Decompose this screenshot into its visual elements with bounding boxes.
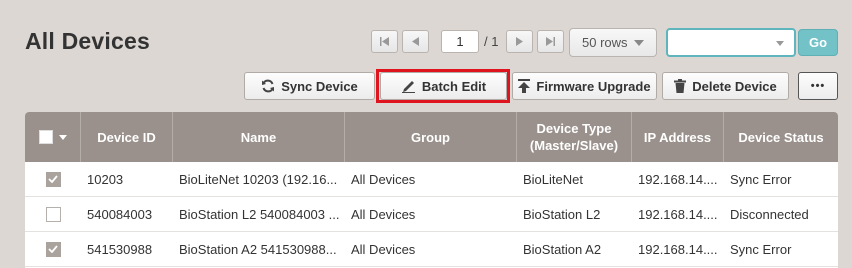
checkmark-icon xyxy=(48,175,58,183)
trash-icon xyxy=(674,79,687,93)
last-page-icon xyxy=(546,37,556,46)
device-type-header-sublabel: (Master/Slave) xyxy=(529,138,619,153)
chevron-down-icon[interactable] xyxy=(58,134,67,140)
last-page-button[interactable] xyxy=(537,30,565,53)
row-checkbox[interactable] xyxy=(45,171,61,187)
cell-device-status: Disconnected xyxy=(730,206,809,222)
column-header-group[interactable]: Group xyxy=(345,112,517,162)
cell-group: All Devices xyxy=(351,171,416,187)
batch-edit-highlight xyxy=(376,69,510,103)
table-row[interactable]: 541530988 BioStation A2 541530988... All… xyxy=(25,232,838,267)
previous-page-button[interactable] xyxy=(402,30,429,53)
rows-per-page-select[interactable]: 50 rows xyxy=(569,28,657,57)
column-header-ip-address[interactable]: IP Address xyxy=(632,112,724,162)
cell-device-id: 10203 xyxy=(87,171,124,187)
page-number-input[interactable]: 1 xyxy=(441,30,479,53)
page-total-label: / 1 xyxy=(484,34,499,49)
row-checkbox[interactable] xyxy=(45,241,61,257)
dropdown-caret-icon[interactable] xyxy=(776,41,784,46)
cell-name: BioStation L2 540084003 ... xyxy=(179,206,340,222)
device-type-header-label: Device Type xyxy=(536,121,612,136)
cell-device-type: BioStation L2 xyxy=(523,206,601,222)
column-header-device-id[interactable]: Device ID xyxy=(81,112,173,162)
device-table: Device ID Name Group Device Type (Master… xyxy=(25,112,838,268)
delete-device-button[interactable]: Delete Device xyxy=(662,72,789,100)
table-row[interactable]: 10203 BioLiteNet 10203 (192.16... All De… xyxy=(25,162,838,197)
select-all-checkbox[interactable] xyxy=(38,130,53,144)
go-button[interactable]: Go xyxy=(798,29,838,56)
chevron-down-icon xyxy=(634,40,644,46)
sync-device-button[interactable]: Sync Device xyxy=(244,72,375,100)
sync-icon xyxy=(262,79,275,93)
search-input[interactable] xyxy=(666,28,796,57)
cell-group: All Devices xyxy=(351,241,416,257)
cell-device-type: BioStation A2 xyxy=(523,241,602,257)
pagination: 1 / 1 xyxy=(371,30,568,53)
cell-device-id: 541530988 xyxy=(87,241,153,257)
cell-device-status: Sync Error xyxy=(730,241,792,257)
first-page-icon xyxy=(380,37,389,46)
cell-group: All Devices xyxy=(351,206,416,222)
column-header-device-type[interactable]: Device Type (Master/Slave) xyxy=(517,112,632,162)
firmware-upgrade-label: Firmware Upgrade xyxy=(536,78,651,94)
upload-icon xyxy=(518,79,531,93)
cell-ip-address: 192.168.14.... xyxy=(638,171,718,187)
next-page-button[interactable] xyxy=(506,30,534,53)
select-all-header[interactable] xyxy=(25,112,81,162)
cell-device-type: BioLiteNet xyxy=(523,171,583,187)
more-options-button[interactable]: ••• xyxy=(798,72,838,100)
table-header: Device ID Name Group Device Type (Master… xyxy=(25,112,838,162)
cell-device-id: 540084003 xyxy=(87,206,153,222)
page-title: All Devices xyxy=(25,28,150,54)
firmware-upgrade-button[interactable]: Firmware Upgrade xyxy=(512,72,657,100)
column-header-name[interactable]: Name xyxy=(173,112,345,162)
table-row[interactable]: 540084003 BioStation L2 540084003 ... Al… xyxy=(25,197,838,232)
rows-per-page-value: 50 rows xyxy=(582,35,628,50)
checkmark-icon xyxy=(48,245,58,253)
previous-page-icon xyxy=(412,37,419,46)
delete-device-label: Delete Device xyxy=(692,78,777,94)
sync-device-label: Sync Device xyxy=(281,78,358,94)
cell-ip-address: 192.168.14.... xyxy=(638,206,718,222)
cell-ip-address: 192.168.14.... xyxy=(638,241,718,257)
row-checkbox[interactable] xyxy=(45,206,61,222)
cell-device-status: Sync Error xyxy=(730,171,792,187)
next-page-icon xyxy=(516,37,524,46)
column-header-device-status[interactable]: Device Status xyxy=(724,112,838,162)
cell-name: BioLiteNet 10203 (192.16... xyxy=(179,171,338,187)
first-page-button[interactable] xyxy=(371,30,398,53)
cell-name: BioStation A2 541530988... xyxy=(179,241,337,257)
